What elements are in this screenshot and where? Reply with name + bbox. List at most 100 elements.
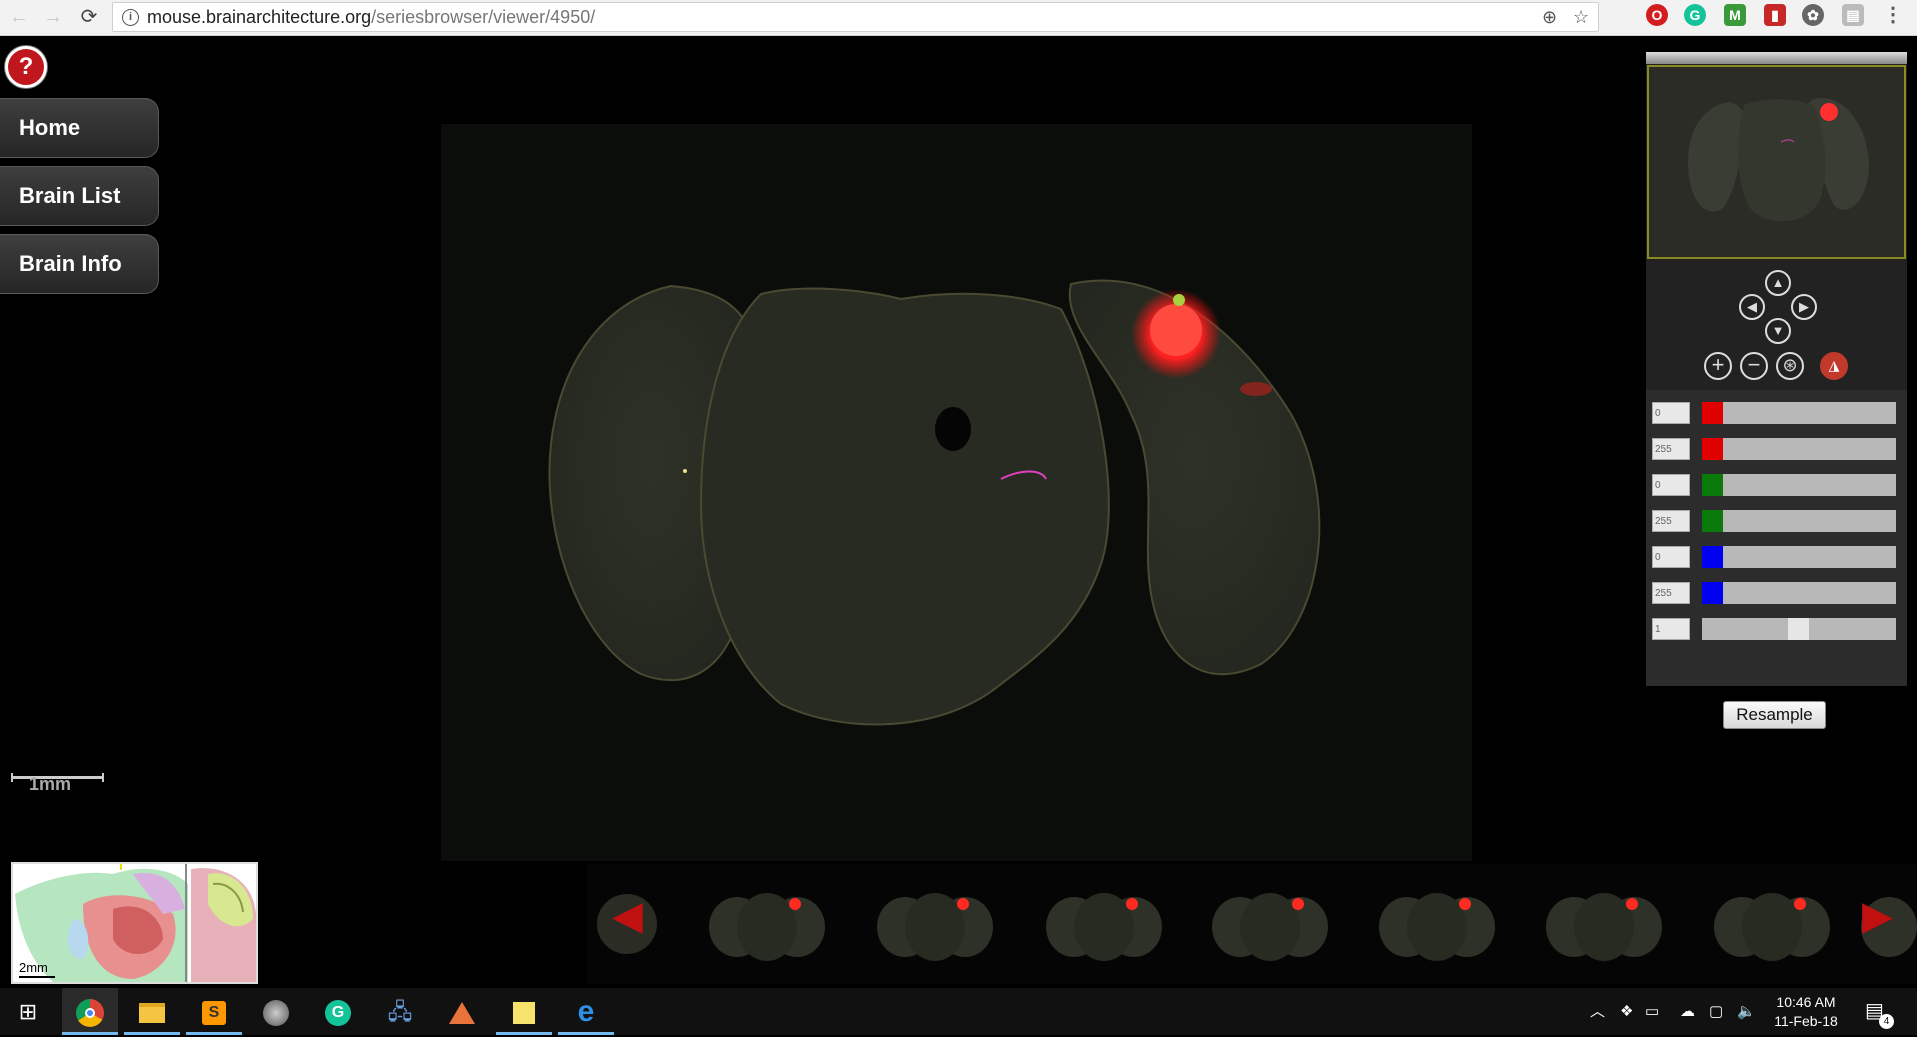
grammarly-extension-icon[interactable]: G: [1684, 4, 1706, 26]
sublime-text-icon[interactable]: S: [186, 988, 242, 1035]
volume-icon[interactable]: 🔈: [1737, 988, 1756, 1035]
slider-track[interactable]: [1702, 438, 1896, 460]
gamma-slider[interactable]: 1: [1652, 618, 1896, 640]
onedrive-icon[interactable]: ☁: [1680, 988, 1695, 1035]
blue-max-value[interactable]: 255: [1652, 582, 1690, 604]
next-sections-arrow-icon[interactable]: ▶: [1862, 896, 1893, 936]
resample-button[interactable]: Resample: [1723, 701, 1826, 729]
brain-section-image: [548, 279, 1321, 726]
slider-knob[interactable]: [1702, 474, 1723, 496]
slider-knob[interactable]: [1702, 402, 1723, 424]
scale-bar-label: 1mm: [29, 774, 72, 794]
section-image-viewer[interactable]: [441, 124, 1472, 861]
sticky-notes-icon[interactable]: [496, 988, 552, 1035]
section-thumbnail[interactable]: [1190, 872, 1350, 976]
gear-extension-icon[interactable]: ✿: [1802, 4, 1824, 26]
pan-down-button[interactable]: ▼: [1765, 318, 1791, 344]
green-max-value[interactable]: 255: [1652, 510, 1690, 532]
slider-track[interactable]: [1702, 618, 1896, 640]
pan-left-button[interactable]: ◀: [1739, 294, 1765, 320]
annotation-tool-icon[interactable]: ◮: [1820, 352, 1848, 380]
green-max-slider[interactable]: 255: [1652, 510, 1896, 532]
network-icon[interactable]: ▢: [1709, 988, 1723, 1035]
matlab-icon[interactable]: [434, 988, 490, 1035]
section-thumbnail[interactable]: [855, 872, 1015, 976]
panel-header: [1646, 52, 1907, 64]
section-thumbnail[interactable]: [687, 872, 847, 976]
slider-track[interactable]: [1702, 474, 1896, 496]
pan-right-button[interactable]: ▶: [1791, 294, 1817, 320]
reload-icon[interactable]: ⟳: [76, 4, 102, 30]
scale-bar: 1mm: [11, 773, 104, 794]
edge-browser-icon[interactable]: e: [558, 988, 614, 1035]
action-center-icon[interactable]: ▤: [1865, 988, 1884, 1035]
slider-knob[interactable]: [1702, 510, 1723, 532]
zoom-out-button[interactable]: −: [1740, 352, 1768, 380]
bookmark-star-icon[interactable]: ☆: [1573, 7, 1589, 28]
app-sphere-icon[interactable]: [248, 988, 304, 1035]
help-button[interactable]: ?: [5, 46, 47, 88]
url-path: /seriesbrowser/viewer/4950/: [371, 7, 596, 27]
section-thumbnail[interactable]: [1357, 872, 1517, 976]
blue-min-slider[interactable]: 0: [1652, 546, 1896, 568]
red-extension-icon[interactable]: ▮: [1764, 4, 1786, 26]
brain-info-button[interactable]: Brain Info: [0, 234, 159, 294]
taskbar-clock[interactable]: 10:46 AM 11-Feb-18: [1770, 993, 1842, 1031]
reset-view-icon[interactable]: ⊛: [1776, 352, 1804, 380]
clock-time: 10:46 AM: [1776, 994, 1836, 1010]
overview-navigator[interactable]: [1647, 65, 1906, 259]
section-thumbnail-selected[interactable]: [1024, 872, 1184, 976]
blue-min-value[interactable]: 0: [1652, 546, 1690, 568]
browser-toolbar: ← → ⟳ i mouse.brainarchitecture.org/seri…: [0, 0, 1917, 36]
slider-track[interactable]: [1702, 510, 1896, 532]
windows-taskbar: ⊞ S G 🖧 e ︿ ❖ ▭ ☁ ▢ 🔈 10:46 AM 11-Feb-18…: [0, 988, 1917, 1035]
red-max-value[interactable]: 255: [1652, 438, 1690, 460]
section-filmstrip: ◀ ▶: [587, 864, 1917, 984]
section-thumbnail[interactable]: [1692, 872, 1852, 976]
overview-thumbnail: [1688, 98, 1869, 222]
forward-arrow-icon[interactable]: →: [40, 4, 66, 30]
slider-knob[interactable]: [1702, 546, 1723, 568]
blue-max-slider[interactable]: 255: [1652, 582, 1896, 604]
chrome-taskbar-icon[interactable]: [62, 988, 118, 1035]
red-min-slider[interactable]: 0: [1652, 402, 1896, 424]
network-app-icon[interactable]: 🖧: [372, 988, 428, 1035]
home-button[interactable]: Home: [0, 98, 159, 158]
clock-date: 11-Feb-18: [1774, 1013, 1838, 1029]
url-text: mouse.brainarchitecture.org/seriesbrowse…: [147, 7, 595, 28]
red-min-value[interactable]: 0: [1652, 402, 1690, 424]
zoom-in-button[interactable]: +: [1704, 352, 1732, 380]
site-info-icon[interactable]: i: [122, 9, 139, 26]
grammarly-taskbar-icon[interactable]: G: [310, 988, 366, 1035]
slider-knob[interactable]: [1788, 618, 1809, 640]
pan-up-button[interactable]: ▲: [1765, 270, 1791, 296]
slider-knob[interactable]: [1702, 438, 1723, 460]
address-bar[interactable]: i mouse.brainarchitecture.org/seriesbrow…: [112, 2, 1599, 32]
menu-dots-icon[interactable]: ⋮: [1882, 4, 1904, 26]
green-min-value[interactable]: 0: [1652, 474, 1690, 496]
green-min-slider[interactable]: 0: [1652, 474, 1896, 496]
red-max-slider[interactable]: 255: [1652, 438, 1896, 460]
slider-track[interactable]: [1702, 582, 1896, 604]
document-extension-icon[interactable]: ▤: [1842, 4, 1864, 26]
brain-list-button[interactable]: Brain List: [0, 166, 159, 226]
dropbox-icon[interactable]: ❖: [1620, 988, 1633, 1035]
atlas-scale-label: 2mm: [19, 960, 48, 975]
file-explorer-icon[interactable]: [124, 988, 180, 1035]
atlas-thumbnail[interactable]: 2mm: [11, 862, 258, 984]
show-hidden-icons-icon[interactable]: ︿: [1590, 988, 1605, 1035]
previous-sections-arrow-icon[interactable]: ◀: [612, 896, 643, 936]
slider-knob[interactable]: [1702, 582, 1723, 604]
opera-extension-icon[interactable]: O: [1646, 4, 1668, 26]
zoom-icon[interactable]: ⊕: [1542, 7, 1557, 28]
back-arrow-icon[interactable]: ←: [6, 4, 32, 30]
green-extension-icon[interactable]: M: [1724, 4, 1746, 26]
control-panel: ▲ ◀ ▶ ▼ + − ⊛ ◮ 0 255 0 255 0 255 1 Resa…: [1646, 52, 1907, 729]
slider-track[interactable]: [1702, 546, 1896, 568]
windows-start-icon[interactable]: ⊞: [0, 988, 56, 1035]
atlas-scale: 2mm: [19, 960, 55, 978]
section-thumbnail[interactable]: [1524, 872, 1684, 976]
battery-icon[interactable]: ▭: [1645, 988, 1659, 1035]
slider-track[interactable]: [1702, 402, 1896, 424]
gamma-value[interactable]: 1: [1652, 618, 1690, 640]
